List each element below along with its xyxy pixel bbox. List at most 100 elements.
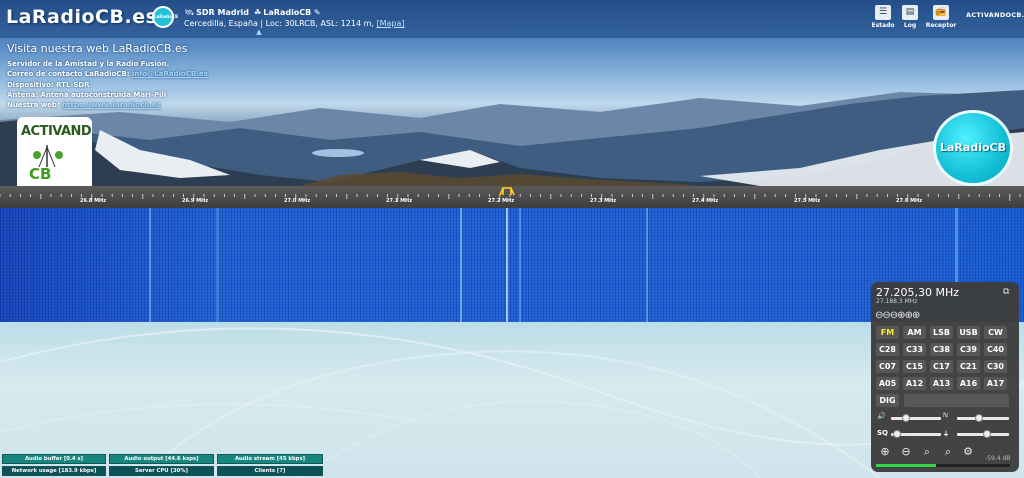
receiver-control-panel: 27.205,30 MHz 27.188.3 MHz ⧉ ⊖⊖⊖⊕⊕⊕ FM A… <box>871 282 1019 472</box>
zoom-in-icon[interactable]: ⊕ <box>912 310 920 321</box>
noise-reduction-slider[interactable] <box>957 414 1009 422</box>
channel-a05-button[interactable]: A05 <box>876 377 899 390</box>
zoom-band-icon[interactable]: ⌕ <box>919 445 935 459</box>
scale-label: 27.3 MHz <box>590 198 617 204</box>
scale-label: 26.9 MHz <box>182 198 209 204</box>
mode-cw-button[interactable]: CW <box>984 326 1007 339</box>
web-label: Nuestra web: <box>7 101 60 110</box>
channel-a16-button[interactable]: A16 <box>957 377 980 390</box>
nr-icon[interactable]: ℕ <box>943 412 948 419</box>
zoom-out-icon[interactable]: ⊖ <box>898 445 914 459</box>
owner-icon: ☘ <box>254 8 262 17</box>
channel-c30-button[interactable]: C30 <box>984 360 1007 373</box>
gain-slider-knob[interactable] <box>983 430 991 438</box>
receiver-description: Servidor de la Amistad y la Radio Fusión… <box>7 59 208 110</box>
zoom-in-icon[interactable]: ⊕ <box>877 445 893 459</box>
waterfall-signal <box>149 208 151 322</box>
channel-a17-button[interactable]: A17 <box>984 377 1007 390</box>
mode-am-button[interactable]: AM <box>903 326 926 339</box>
desc-line1: Servidor de la Amistad y la Radio Fusión… <box>7 60 170 68</box>
gain-slider[interactable] <box>957 430 1009 438</box>
volume-slider-knob[interactable] <box>901 414 910 422</box>
laradiocb-logo: LaRadioCB <box>933 110 1013 186</box>
web-link[interactable]: https://www.laradiocb.es <box>62 101 161 109</box>
antenna-line: Antena: Antena autoconstruida Mari-Pili <box>7 90 167 99</box>
channel-c17-button[interactable]: C17 <box>930 360 953 373</box>
receiver-owner: LaRadioCB <box>263 8 312 17</box>
zoom-in-small-icon[interactable]: ⊕ <box>905 310 913 321</box>
welcome-title: Visita nuestra web LaRadioCB.es <box>7 42 188 55</box>
scale-label: 27.0 MHz <box>284 198 311 204</box>
mode-fm-button[interactable]: FM <box>876 326 899 339</box>
clients-status: Clients [7] <box>217 466 323 476</box>
zoom-fit-icon[interactable]: ⌕ <box>940 445 956 459</box>
audio-stream-status: Audio stream [45 kbps] <box>217 454 323 464</box>
waterfall-signal <box>519 208 521 322</box>
activando-cb-logo: ACTIVANDO CB <box>17 117 92 186</box>
log-button-label: Log <box>903 22 917 29</box>
activando-logo-cb: CB <box>29 165 52 183</box>
dig-button[interactable]: DIG <box>876 394 899 407</box>
signal-level-readout: -59.4 dB <box>985 455 1011 462</box>
scale-label: 27.1 MHz <box>386 198 413 204</box>
chevron-up-icon[interactable]: ▲ <box>250 28 268 36</box>
audio-output-status: Audio output [44.6 ksps] <box>109 454 214 464</box>
small-badge-logo: LaRadioCB <box>152 6 178 28</box>
channel-c15-button[interactable]: C15 <box>903 360 926 373</box>
squelch-slider[interactable] <box>891 430 941 438</box>
channel-c28-button[interactable]: C28 <box>876 343 899 356</box>
gain-icon[interactable]: ⏚ <box>943 429 949 438</box>
waterfall-signal <box>460 208 462 322</box>
channel-c38-button[interactable]: C38 <box>930 343 953 356</box>
map-link[interactable]: [Mapa] <box>376 19 404 28</box>
zoom-controls: ⊖⊖⊖⊕⊕⊕ <box>875 310 920 321</box>
radio-icon: 📻 <box>933 5 949 20</box>
speaker-icon[interactable]: 🔊 <box>877 412 886 420</box>
dig-mode-area[interactable] <box>904 394 1009 407</box>
device-line: Dispositivo: RTL-SDR <box>7 80 90 89</box>
waterfall-signal <box>216 208 219 322</box>
mode-usb-button[interactable]: USB <box>957 326 980 339</box>
receiver-button[interactable]: 📻 Receptor <box>924 5 958 29</box>
server-cpu-status: Server CPU [30%] <box>109 466 214 476</box>
channel-a12-button[interactable]: A12 <box>903 377 926 390</box>
log-button[interactable]: ▤ Log <box>893 5 927 29</box>
log-icon: ▤ <box>902 5 918 20</box>
channel-a13-button[interactable]: A13 <box>930 377 953 390</box>
settings-icon[interactable]: ⚙ <box>960 445 976 459</box>
audio-buffer-status: Audio buffer [0.4 s] <box>2 454 106 464</box>
email-link[interactable]: info@LaRadioCB.es <box>132 70 208 78</box>
site-logo[interactable]: LaRadioCB.es <box>6 6 157 28</box>
status-icon: ☰ <box>875 5 891 20</box>
popout-icon[interactable]: ⧉ <box>1003 287 1009 297</box>
scale-label: 27.2 MHz <box>488 198 515 204</box>
waterfall-signal <box>506 208 508 322</box>
s-meter <box>876 464 1010 467</box>
channel-c21-button[interactable]: C21 <box>957 360 980 373</box>
network-usage-status: Network usage [183.9 kbps] <box>2 466 106 476</box>
s-meter-fill <box>876 464 937 467</box>
passband-marker[interactable] <box>499 187 515 196</box>
volume-slider[interactable] <box>891 414 941 422</box>
header-panorama: LaRadioCB.es LaRadioCB 🛰 SDR Madrid ☘ LaRa… <box>0 0 1024 186</box>
zoom-out-small-icon[interactable]: ⊖ <box>882 310 890 321</box>
channel-c33-button[interactable]: C33 <box>903 343 926 356</box>
edit-icon[interactable]: ✎ <box>314 8 321 17</box>
scale-label: 27.4 MHz <box>692 198 719 204</box>
email-label: Correo de contacto LaRadioCB: <box>7 70 130 79</box>
squelch-slider-knob[interactable] <box>893 430 902 438</box>
nr-slider-knob[interactable] <box>975 414 983 422</box>
sub-frequency-display: 27.188.3 MHz <box>876 298 918 305</box>
zoom-reset-icon[interactable]: ⊕ <box>897 310 905 321</box>
mode-lsb-button[interactable]: LSB <box>930 326 953 339</box>
receiver-icon: 🛰 <box>184 8 195 17</box>
receiver-location: Cercedilla, España | Loc: 30LRCB, ASL: 1… <box>184 19 374 28</box>
scale-label: 27.5 MHz <box>794 198 821 204</box>
channel-c39-button[interactable]: C39 <box>957 343 980 356</box>
waterfall-signal <box>646 208 648 322</box>
channel-c40-button[interactable]: C40 <box>984 343 1007 356</box>
channel-c07-button[interactable]: C07 <box>876 360 899 373</box>
receiver-name: SDR Madrid <box>196 8 250 17</box>
receiver-info: 🛰 SDR Madrid ☘ LaRadioCB ✎ Cercedilla, Esp… <box>184 7 405 29</box>
receiver-button-label: Receptor <box>925 22 957 29</box>
